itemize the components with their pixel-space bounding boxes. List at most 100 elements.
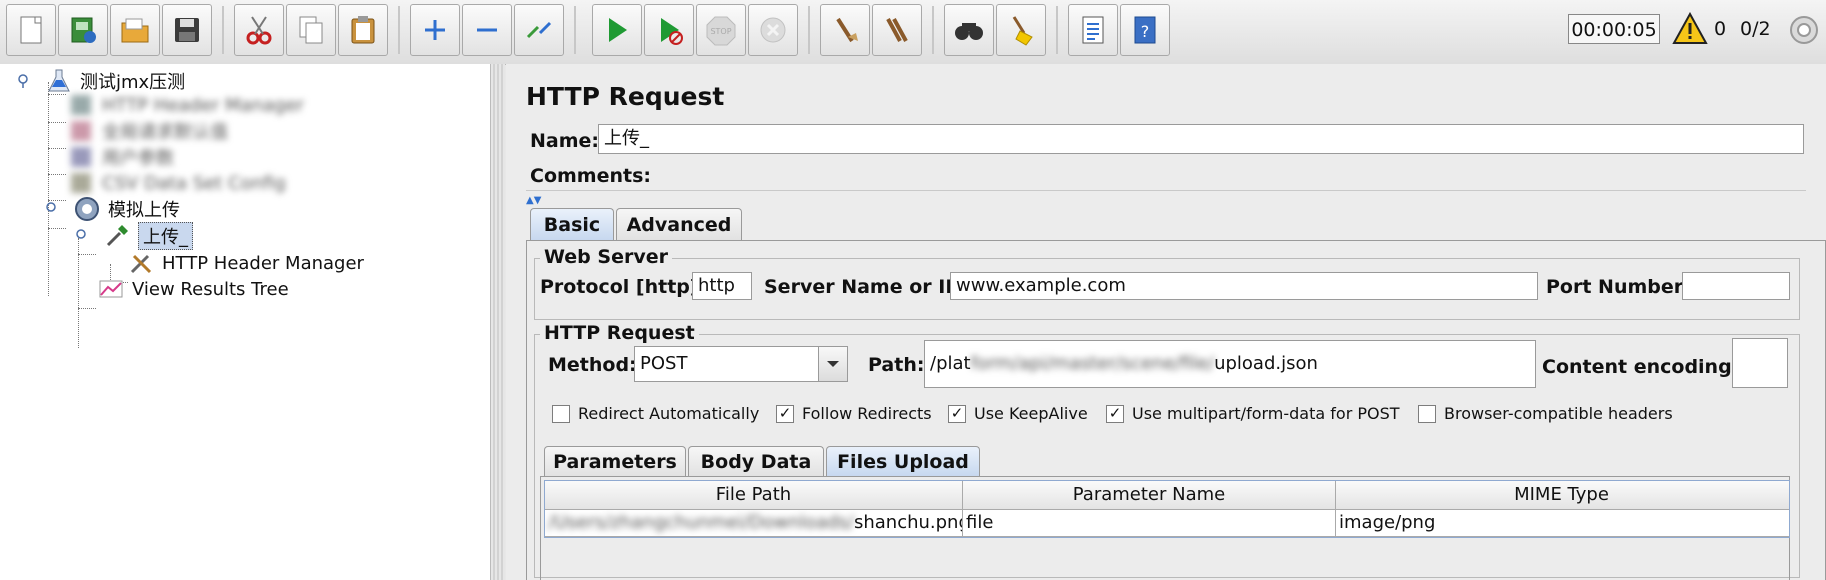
test-plan-tree: 测试jmx压测 HTTP Header Manager 全局请求默认值 用户参数… — [0, 64, 491, 580]
chevron-down-icon[interactable] — [818, 346, 848, 382]
tree-node-blurred-4[interactable]: CSV Data Set Config — [68, 170, 286, 196]
warning-count: 0 — [1714, 18, 1727, 40]
follow-redirects-checkbox[interactable]: ✓ Follow Redirects — [776, 404, 932, 423]
encoding-label: Content encoding: — [1542, 356, 1740, 378]
start-icon[interactable] — [592, 4, 642, 56]
files-table: File Path Parameter Name MIME Type /User… — [544, 480, 1790, 538]
tree-label: 模拟上传 — [108, 200, 180, 221]
table-header: File Path Parameter Name MIME Type — [545, 481, 1789, 510]
path-label: Path: — [868, 354, 925, 376]
expand-icon[interactable] — [410, 4, 460, 56]
file-path-cell[interactable]: /Users/zhangchunmei/Downloads/shanchu.pn… — [545, 510, 963, 536]
cut-icon[interactable] — [234, 4, 284, 56]
toggle-icon[interactable] — [514, 4, 564, 56]
http-request-legend: HTTP Request — [540, 322, 699, 344]
file-path-visible: shanchu.png — [853, 512, 963, 533]
checkbox-box[interactable] — [1418, 404, 1436, 423]
server-label: Server Name or IP: — [764, 276, 967, 298]
column-header-file-path[interactable]: File Path — [545, 481, 963, 509]
toolbar: STOP ? 00:00:05 0 0/2 — [0, 0, 1826, 65]
path-blurred: form/api/master/scene/file/ — [970, 353, 1215, 374]
path-suffix: upload.json — [1214, 353, 1318, 374]
column-header-parameter-name[interactable]: Parameter Name — [963, 481, 1336, 509]
config-icon — [68, 118, 94, 144]
tree-node-test-plan[interactable]: 测试jmx压测 — [12, 68, 185, 94]
flask-icon — [46, 68, 72, 94]
chart-icon — [98, 276, 124, 302]
paste-icon[interactable] — [338, 4, 388, 56]
expand-handle-icon[interactable] — [40, 196, 66, 222]
tree-node-thread-group[interactable]: 模拟上传 — [40, 196, 180, 222]
new-file-icon[interactable] — [6, 4, 56, 56]
tree-node-blurred-3[interactable]: 用户参数 — [68, 144, 174, 170]
mime-type-cell[interactable]: image/png — [1336, 510, 1787, 536]
tab-basic[interactable]: Basic — [530, 208, 614, 240]
checkbox-box[interactable] — [552, 404, 570, 423]
pipette-icon — [104, 223, 130, 249]
multipart-checkbox[interactable]: ✓ Use multipart/form-data for POST — [1106, 404, 1400, 423]
tab-body-data[interactable]: Body Data — [688, 446, 824, 476]
checkbox-box[interactable]: ✓ — [1106, 404, 1124, 423]
wrench-icon — [68, 92, 94, 118]
comments-label: Comments: — [530, 165, 651, 187]
wrench-icon — [128, 250, 154, 276]
redirect-auto-checkbox[interactable]: Redirect Automatically — [552, 404, 759, 423]
open-icon[interactable] — [110, 4, 160, 56]
tree-node-blurred-1[interactable]: HTTP Header Manager — [68, 92, 304, 118]
clear-all-icon[interactable] — [872, 4, 922, 56]
protocol-field[interactable]: http — [692, 272, 752, 300]
tab-files-upload[interactable]: Files Upload — [826, 446, 980, 476]
tree-label: 测试jmx压测 — [80, 72, 186, 93]
checkbox-box[interactable]: ✓ — [776, 404, 794, 423]
encoding-field[interactable] — [1732, 338, 1788, 388]
templates-icon[interactable] — [58, 4, 108, 56]
tree-node-blurred-2[interactable]: 全局请求默认值 — [68, 118, 228, 144]
tree-node-sampler[interactable]: 上传_ — [70, 222, 193, 250]
path-prefix: /plat — [930, 353, 971, 374]
path-field[interactable]: /platform/api/master/scene/file/upload.j… — [924, 340, 1536, 388]
split-pane-divider[interactable] — [491, 64, 505, 580]
shutdown-icon[interactable] — [748, 4, 798, 56]
checkbox-box[interactable]: ✓ — [948, 404, 966, 423]
tree-node-results-tree[interactable]: View Results Tree — [98, 276, 289, 302]
table-row[interactable]: /Users/zhangchunmei/Downloads/shanchu.pn… — [545, 510, 1789, 537]
stop-icon[interactable]: STOP — [696, 4, 746, 56]
collapse-arrows-icon[interactable]: ▲▼ — [526, 196, 566, 206]
copy-icon[interactable] — [286, 4, 336, 56]
warning-icon[interactable] — [1672, 12, 1708, 46]
comments-separator — [526, 190, 1806, 197]
method-select[interactable]: POST — [634, 346, 822, 382]
keepalive-checkbox[interactable]: ✓ Use KeepAlive — [948, 404, 1088, 423]
name-label: Name: — [530, 130, 600, 152]
server-field[interactable]: www.example.com — [950, 272, 1538, 300]
tree-label-selected: 上传_ — [138, 222, 193, 250]
save-icon[interactable] — [162, 4, 212, 56]
collapse-icon[interactable] — [462, 4, 512, 56]
column-header-mime-type[interactable]: MIME Type — [1336, 481, 1787, 509]
expand-handle-icon[interactable] — [12, 68, 38, 94]
port-label: Port Number: — [1546, 276, 1691, 298]
parameter-name-cell[interactable]: file — [963, 510, 1336, 536]
tab-advanced[interactable]: Advanced — [616, 208, 742, 240]
config-icon — [68, 144, 94, 170]
name-field[interactable]: 上传_ — [598, 124, 1804, 154]
help-icon[interactable]: ? — [1120, 4, 1170, 56]
browser-headers-checkbox[interactable]: Browser-compatible headers — [1418, 404, 1673, 423]
thread-count: 0/2 — [1740, 18, 1771, 40]
config-icon — [68, 170, 94, 196]
expand-handle-icon[interactable] — [70, 223, 96, 249]
clear-icon[interactable] — [820, 4, 870, 56]
reset-search-icon[interactable] — [996, 4, 1046, 56]
file-path-blurred: /Users/zhangchunmei/Downloads/ — [548, 512, 854, 533]
web-server-legend: Web Server — [540, 246, 672, 268]
port-field[interactable] — [1682, 272, 1790, 300]
elapsed-timer: 00:00:05 — [1568, 14, 1660, 44]
tree-node-header-manager[interactable]: HTTP Header Manager — [128, 250, 364, 276]
tab-parameters[interactable]: Parameters — [544, 446, 686, 476]
remote-icon[interactable] — [1788, 14, 1820, 46]
tree-label: HTTP Header Manager — [162, 252, 364, 274]
function-helper-icon[interactable] — [1068, 4, 1118, 56]
search-icon[interactable] — [944, 4, 994, 56]
method-label: Method: — [548, 354, 637, 376]
start-no-pause-icon[interactable] — [644, 4, 694, 56]
